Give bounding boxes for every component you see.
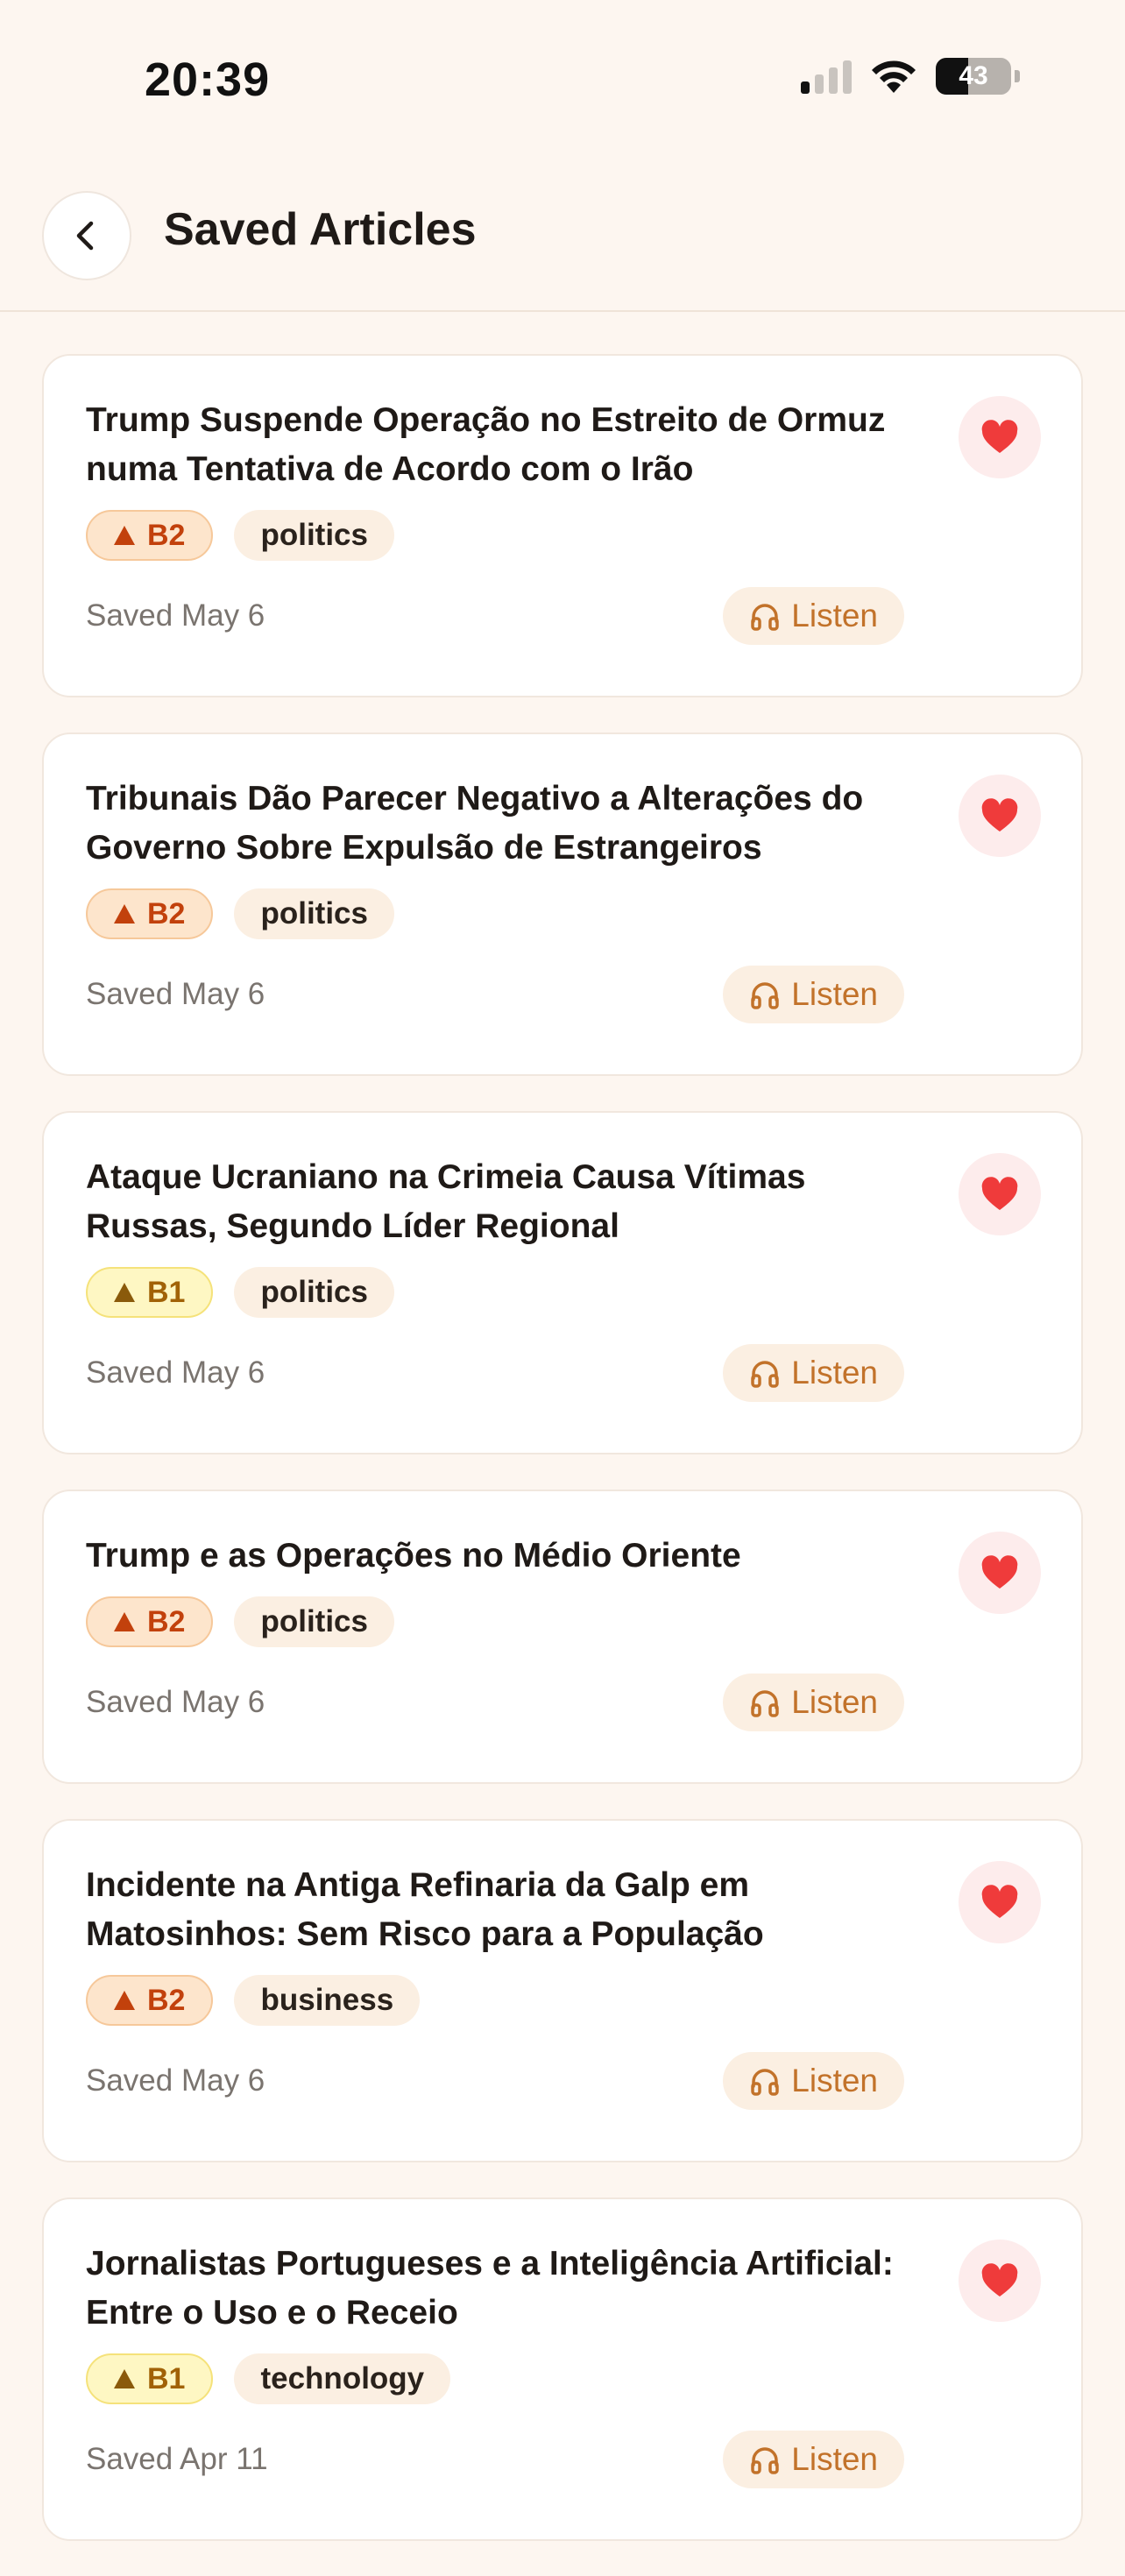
listen-label: Listen	[791, 1684, 878, 1720]
article-card[interactable]: Trump Suspende Operação no Estreito de O…	[42, 354, 1083, 697]
favorite-button[interactable]	[959, 2240, 1041, 2322]
saved-date: Saved Apr 11	[86, 2442, 268, 2476]
level-label: B2	[147, 1983, 186, 2017]
battery-icon: 43	[936, 58, 1011, 95]
saved-date: Saved May 6	[86, 598, 265, 633]
article-tags: B1 technology	[86, 2353, 1039, 2404]
level-badge: B1	[86, 1267, 214, 1318]
level-badge: B2	[86, 888, 214, 939]
article-card[interactable]: Tribunais Dão Parecer Negativo a Alteraç…	[42, 732, 1083, 1076]
page-title: Saved Articles	[164, 204, 477, 255]
heart-icon	[981, 798, 1018, 832]
battery-percentage: 43	[959, 61, 988, 90]
topic-tag: politics	[234, 1267, 394, 1318]
level-badge: B1	[86, 2353, 214, 2404]
topic-tag: business	[234, 1975, 421, 2026]
listen-button[interactable]: Listen	[723, 966, 904, 1023]
favorite-button[interactable]	[959, 1532, 1041, 1614]
article-title[interactable]: Tribunais Dão Parecer Negativo a Alteraç…	[86, 775, 927, 873]
article-card[interactable]: Trump e as Operações no Médio Oriente B2…	[42, 1490, 1083, 1784]
listen-button[interactable]: Listen	[723, 1344, 904, 1402]
headphones-icon	[751, 1690, 780, 1717]
article-title[interactable]: Trump e as Operações no Médio Oriente	[86, 1532, 927, 1581]
saved-date: Saved May 6	[86, 1685, 265, 1719]
article-title[interactable]: Jornalistas Portugueses e a Inteligência…	[86, 2240, 927, 2338]
heart-icon	[981, 1885, 1018, 1918]
wifi-icon	[872, 60, 916, 93]
article-meta: Saved May 6 Listen	[86, 1344, 1039, 1402]
listen-button[interactable]: Listen	[723, 1674, 904, 1731]
heart-icon	[981, 1555, 1018, 1589]
article-meta: Saved May 6 Listen	[86, 966, 1039, 1023]
level-triangle-icon	[114, 1991, 135, 2010]
article-title[interactable]: Incidente na Antiga Refinaria da Galp em…	[86, 1861, 927, 1959]
level-label: B1	[147, 1275, 186, 1309]
back-button[interactable]	[42, 191, 131, 280]
saved-date: Saved May 6	[86, 2063, 265, 2098]
status-bar: 20:39 43	[0, 0, 1125, 158]
level-label: B2	[147, 1604, 186, 1638]
article-title[interactable]: Trump Suspende Operação no Estreito de O…	[86, 396, 927, 494]
article-tags: B2 politics	[86, 888, 1039, 939]
listen-button[interactable]: Listen	[723, 2052, 904, 2110]
heart-icon	[981, 2263, 1018, 2296]
article-title[interactable]: Ataque Ucraniano na Crimeia Causa Vítima…	[86, 1153, 927, 1251]
status-time: 20:39	[145, 53, 271, 106]
listen-button[interactable]: Listen	[723, 2431, 904, 2488]
article-card[interactable]: Incidente na Antiga Refinaria da Galp em…	[42, 1819, 1083, 2162]
heart-icon	[981, 420, 1018, 453]
article-tags: B2 politics	[86, 1596, 1039, 1647]
article-meta: Saved May 6 Listen	[86, 2052, 1039, 2110]
level-triangle-icon	[114, 1612, 135, 1631]
headphones-icon	[751, 1361, 780, 1388]
headphones-icon	[751, 982, 780, 1009]
level-label: B1	[147, 2361, 186, 2396]
listen-label: Listen	[791, 2441, 878, 2477]
listen-label: Listen	[791, 2063, 878, 2098]
level-label: B2	[147, 518, 186, 552]
favorite-button[interactable]	[959, 1153, 1041, 1235]
topic-tag: politics	[234, 1596, 394, 1647]
level-label: B2	[147, 896, 186, 931]
article-tags: B2 politics	[86, 510, 1039, 561]
saved-date: Saved May 6	[86, 1355, 265, 1390]
saved-date: Saved May 6	[86, 977, 265, 1011]
level-badge: B2	[86, 510, 214, 561]
level-triangle-icon	[114, 2369, 135, 2388]
article-card[interactable]: Jornalistas Portugueses e a Inteligência…	[42, 2197, 1083, 2541]
level-badge: B2	[86, 1596, 214, 1647]
topic-tag: technology	[234, 2353, 451, 2404]
listen-label: Listen	[791, 976, 878, 1012]
status-icons: 43	[801, 58, 1020, 95]
level-triangle-icon	[114, 904, 135, 924]
headphones-icon	[751, 2069, 780, 2096]
headphones-icon	[751, 604, 780, 631]
favorite-button[interactable]	[959, 396, 1041, 478]
listen-button[interactable]: Listen	[723, 587, 904, 645]
listen-label: Listen	[791, 598, 878, 633]
article-list: Trump Suspende Operação no Estreito de O…	[42, 354, 1083, 2576]
article-card[interactable]: Ataque Ucraniano na Crimeia Causa Vítima…	[42, 1111, 1083, 1454]
article-meta: Saved May 6 Listen	[86, 587, 1039, 645]
level-triangle-icon	[114, 526, 135, 545]
article-meta: Saved May 6 Listen	[86, 1674, 1039, 1731]
level-badge: B2	[86, 1975, 214, 2026]
header: Saved Articles	[0, 158, 1125, 312]
level-triangle-icon	[114, 1283, 135, 1302]
article-meta: Saved Apr 11 Listen	[86, 2431, 1039, 2488]
cellular-signal-icon	[801, 59, 852, 94]
article-tags: B2 business	[86, 1975, 1039, 2026]
listen-label: Listen	[791, 1355, 878, 1391]
headphones-icon	[751, 2447, 780, 2474]
topic-tag: politics	[234, 510, 394, 561]
favorite-button[interactable]	[959, 775, 1041, 857]
favorite-button[interactable]	[959, 1861, 1041, 1943]
heart-icon	[981, 1177, 1018, 1210]
chevron-left-icon	[76, 221, 94, 251]
topic-tag: politics	[234, 888, 394, 939]
article-tags: B1 politics	[86, 1267, 1039, 1318]
